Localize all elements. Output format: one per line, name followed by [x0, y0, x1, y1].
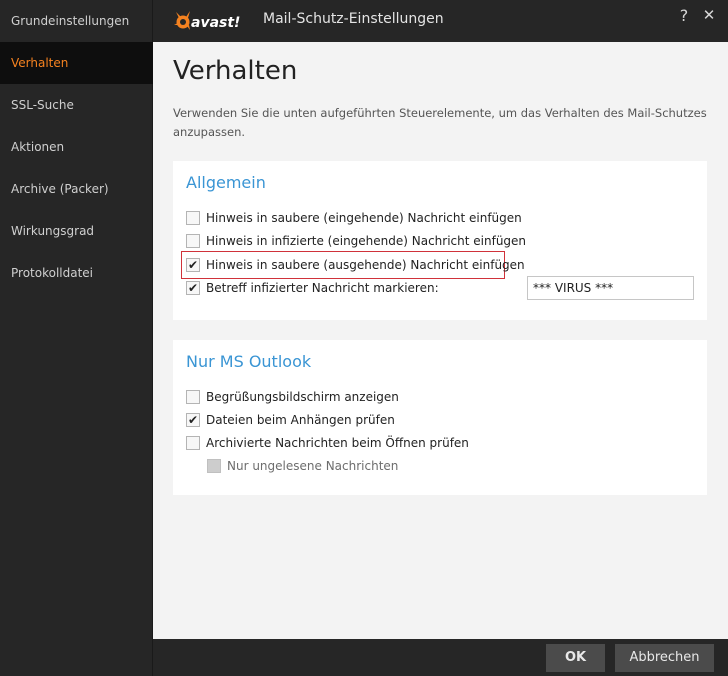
sidebar-item-archive[interactable]: Archive (Packer)	[0, 168, 153, 210]
window-title: Mail-Schutz-Einstellungen	[263, 11, 444, 27]
checkbox[interactable]	[186, 211, 200, 225]
footer-bar: OK Abbrechen	[153, 639, 728, 676]
option-notice-clean-outgoing[interactable]: Hinweis in saubere (ausgehende) Nachrich…	[186, 255, 525, 275]
svg-text:avast!: avast!	[191, 15, 240, 31]
page-description: Verwenden Sie die unten aufgeführten Ste…	[173, 106, 707, 139]
option-notice-infected-incoming[interactable]: Hinweis in infizierte (eingehende) Nachr…	[186, 231, 526, 251]
title-bar: avast! Mail-Schutz-Einstellungen ? ✕	[153, 0, 728, 42]
checkbox-label: Nur ungelesene Nachrichten	[227, 459, 399, 473]
sidebar: Grundeinstellungen Verhalten SSL-Suche A…	[0, 0, 153, 676]
checkbox-disabled	[207, 459, 221, 473]
cancel-button[interactable]: Abbrechen	[615, 644, 714, 672]
sidebar-item-grundeinstellungen[interactable]: Grundeinstellungen	[0, 0, 153, 42]
option-scan-attachments[interactable]: Dateien beim Anhängen prüfen	[186, 410, 395, 430]
sidebar-item-verhalten[interactable]: Verhalten	[0, 42, 153, 84]
page-title: Verhalten	[173, 56, 298, 86]
sidebar-item-ssl-suche[interactable]: SSL-Suche	[0, 84, 153, 126]
option-splash-screen[interactable]: Begrüßungsbildschirm anzeigen	[186, 387, 399, 407]
sidebar-item-wirkungsgrad[interactable]: Wirkungsgrad	[0, 210, 153, 252]
panel-allgemein: Allgemein Hinweis in saubere (eingehende…	[173, 161, 707, 320]
checkbox-checked[interactable]	[186, 278, 200, 298]
checkbox-label: Archivierte Nachrichten beim Öffnen prüf…	[206, 436, 469, 450]
option-unread-only: Nur ungelesene Nachrichten	[207, 456, 398, 476]
option-scan-archived-messages[interactable]: Archivierte Nachrichten beim Öffnen prüf…	[186, 433, 469, 453]
content-area: Verhalten Verwenden Sie die unten aufgef…	[153, 42, 728, 639]
checkbox-label: Hinweis in infizierte (eingehende) Nachr…	[206, 234, 527, 248]
panel-outlook: Nur MS Outlook Begrüßungsbildschirm anze…	[173, 340, 707, 495]
section-title-allgemein: Allgemein	[186, 173, 266, 192]
checkbox-label: Dateien beim Anhängen prüfen	[206, 413, 395, 427]
checkbox[interactable]	[186, 436, 200, 450]
sidebar-item-aktionen[interactable]: Aktionen	[0, 126, 153, 168]
sidebar-item-protokolldatei[interactable]: Protokolldatei	[0, 252, 153, 294]
checkbox[interactable]	[186, 390, 200, 404]
avast-logo: avast!	[174, 11, 240, 31]
close-icon[interactable]: ✕	[700, 6, 718, 24]
option-notice-clean-incoming[interactable]: Hinweis in saubere (eingehende) Nachrich…	[186, 208, 522, 228]
checkbox-checked[interactable]	[186, 255, 200, 275]
ok-button[interactable]: OK	[546, 644, 605, 672]
checkbox-label: Hinweis in saubere (eingehende) Nachrich…	[206, 211, 522, 225]
option-mark-infected-subject[interactable]: Betreff infizierter Nachricht markieren:	[186, 278, 439, 298]
checkbox[interactable]	[186, 234, 200, 248]
checkbox-label: Betreff infizierter Nachricht markieren:	[206, 281, 439, 295]
help-icon[interactable]: ?	[675, 6, 693, 25]
subject-tag-input[interactable]	[527, 276, 694, 300]
checkbox-label: Hinweis in saubere (ausgehende) Nachrich…	[206, 258, 525, 272]
checkbox-label: Begrüßungsbildschirm anzeigen	[206, 390, 399, 404]
section-title-outlook: Nur MS Outlook	[186, 352, 312, 371]
checkbox-checked[interactable]	[186, 410, 200, 430]
